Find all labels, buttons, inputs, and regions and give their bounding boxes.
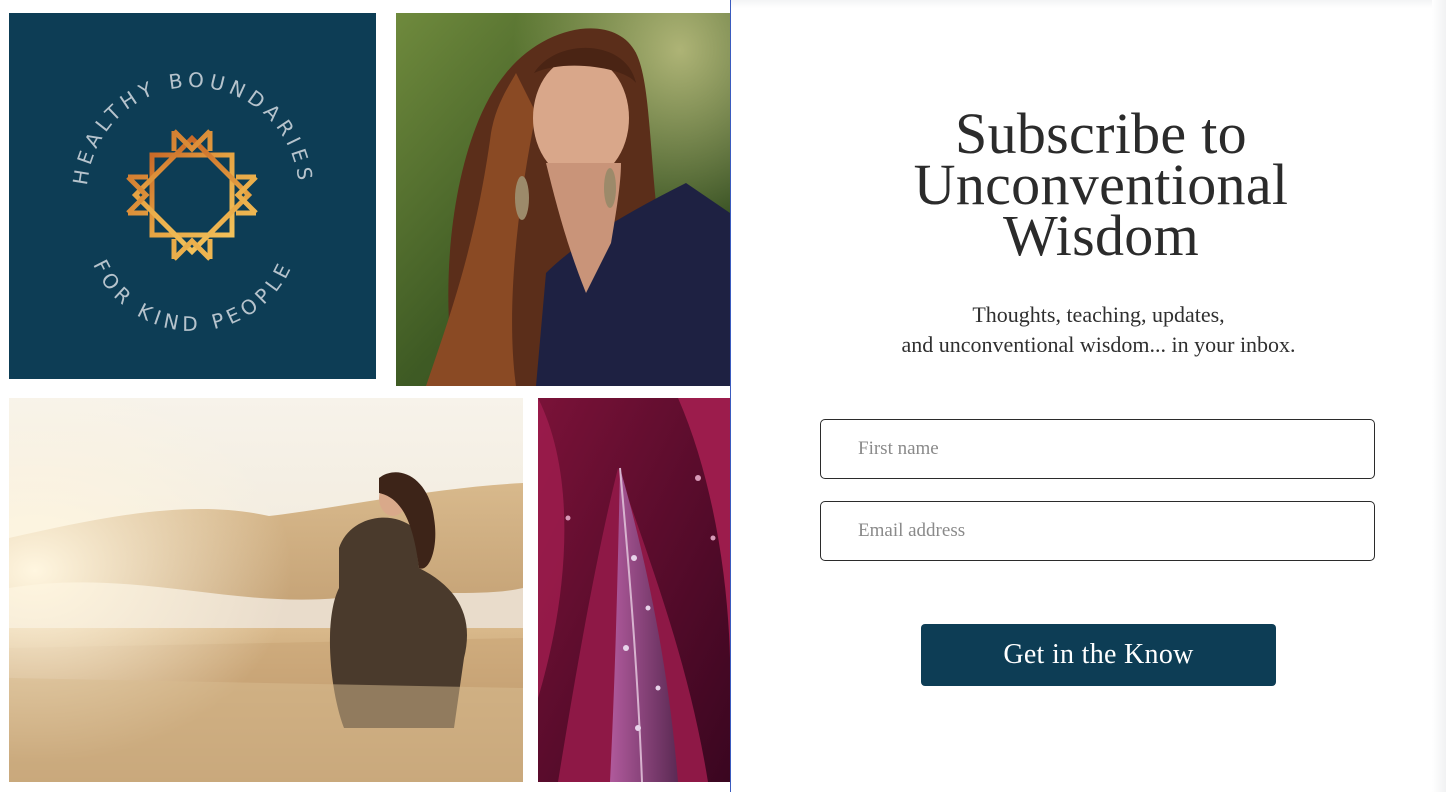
email-field[interactable] bbox=[820, 501, 1375, 561]
meadow-photo bbox=[9, 398, 523, 782]
subtitle-line: and unconventional wisdom... in your inb… bbox=[901, 332, 1296, 357]
first-name-field[interactable] bbox=[820, 419, 1375, 479]
photo-collage: HEALTHY BOUNDARIES FOR KIND PEOPLE bbox=[0, 0, 730, 792]
subscribe-panel: Subscribe to Unconventional Wisdom Thoug… bbox=[731, 0, 1446, 792]
leaf-photo bbox=[538, 398, 730, 782]
portrait-photo bbox=[396, 13, 730, 386]
healthy-boundaries-logo: HEALTHY BOUNDARIES FOR KIND PEOPLE bbox=[9, 13, 376, 379]
subtitle: Thoughts, teaching, updates, and unconve… bbox=[841, 300, 1356, 360]
subtitle-line: Thoughts, teaching, updates, bbox=[972, 302, 1225, 327]
title-line: Wisdom bbox=[1002, 203, 1200, 268]
get-in-the-know-button[interactable]: Get in the Know bbox=[921, 624, 1276, 686]
page-title: Subscribe to Unconventional Wisdom bbox=[891, 105, 1311, 268]
